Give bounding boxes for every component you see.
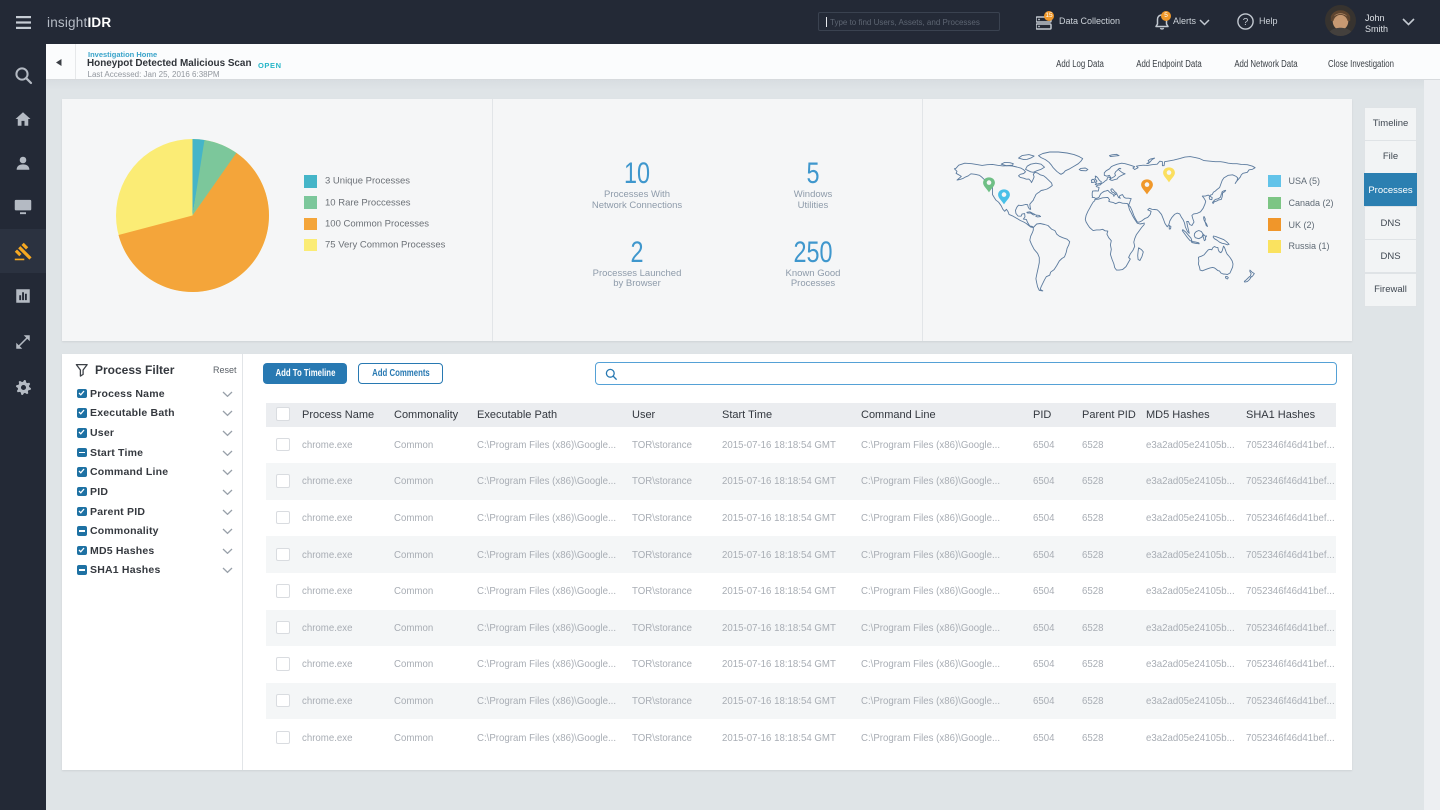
svg-text:?: ?	[1243, 17, 1249, 28]
